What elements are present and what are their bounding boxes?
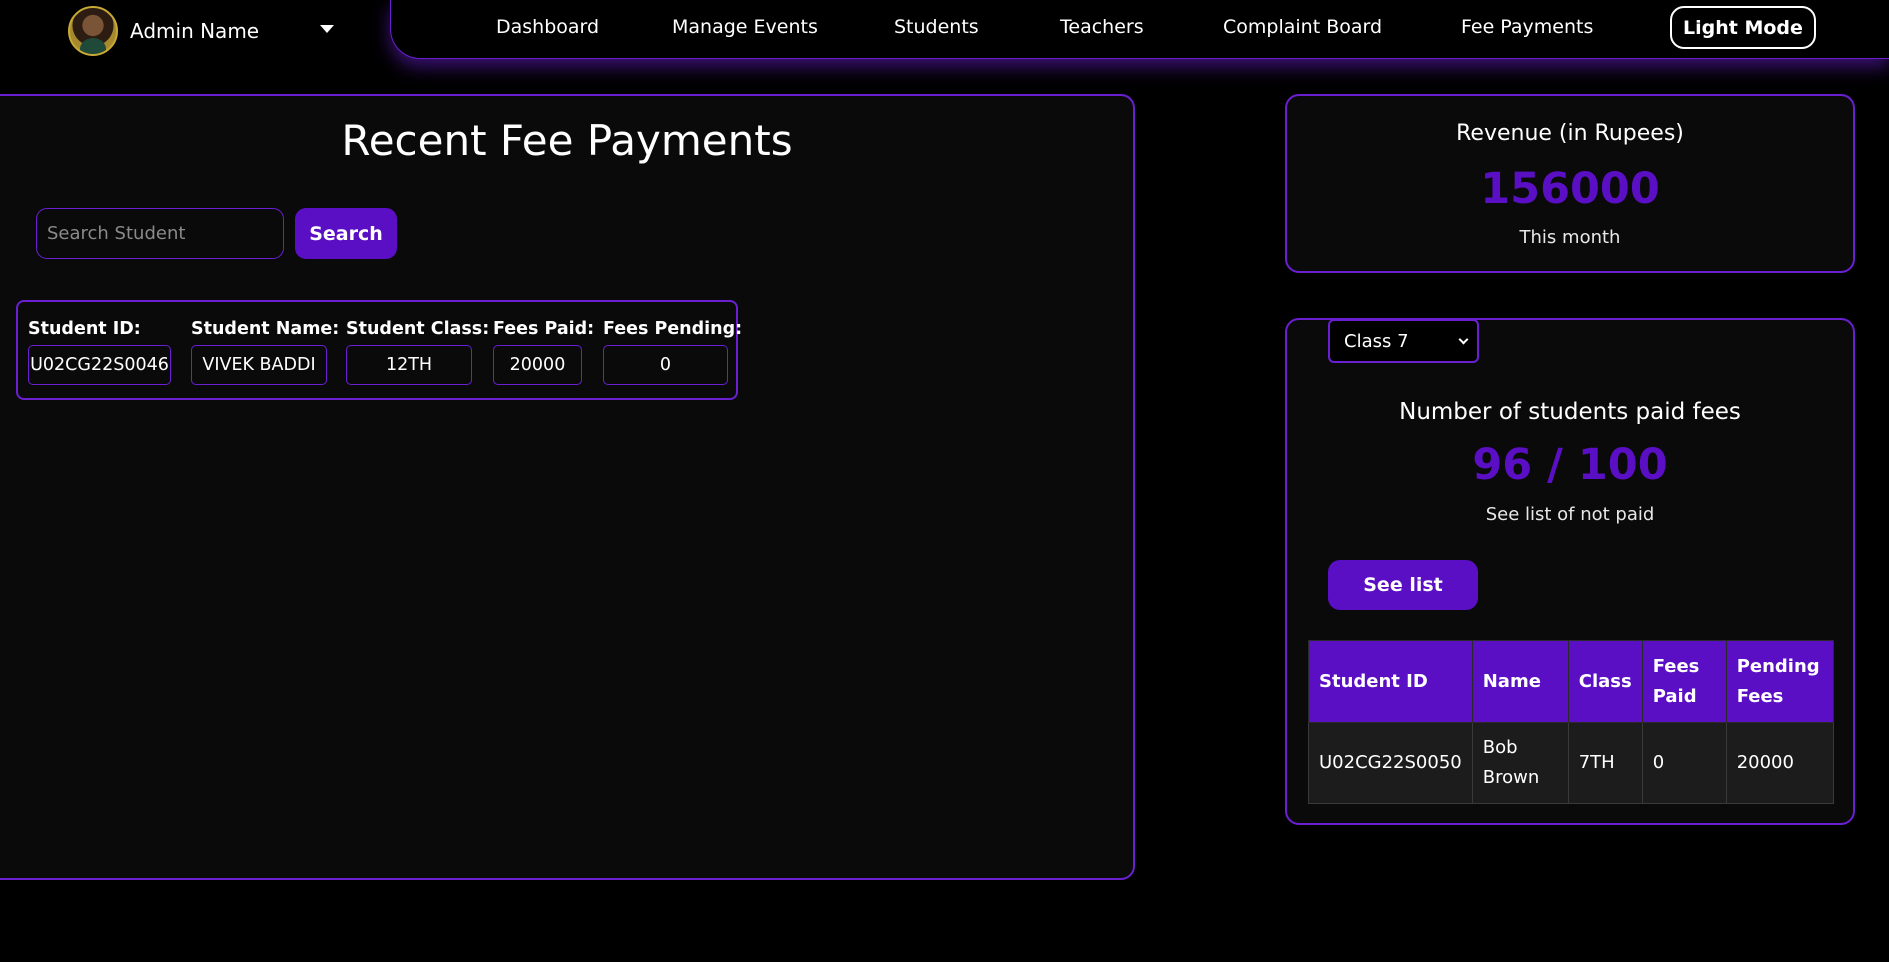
revenue-title: Revenue (in Rupees) [1456, 121, 1684, 146]
chevron-down-icon [1458, 334, 1469, 345]
nav-teachers[interactable]: Teachers [1060, 16, 1144, 38]
fees-paid-value: 20000 [493, 345, 582, 385]
light-mode-button[interactable]: Light Mode [1670, 6, 1816, 49]
nav-dashboard[interactable]: Dashboard [496, 16, 599, 38]
paid-count-value: 96 / 100 [1472, 440, 1668, 490]
payment-card: Student ID: Student Name: Student Class:… [16, 300, 742, 400]
search-input[interactable] [36, 208, 284, 259]
table-cell: 20000 [1725, 722, 1835, 804]
table-header-row: Student ID Name Class Fees Paid Pending … [1308, 640, 1835, 723]
nav-manage-events[interactable]: Manage Events [672, 16, 818, 38]
revenue-value: 156000 [1480, 164, 1660, 214]
paid-count-title: Number of students paid fees [1399, 399, 1741, 425]
class-select[interactable]: Class 7 [1328, 319, 1479, 363]
table-cell: 7TH [1567, 722, 1643, 804]
student-name-value: VIVEK BADDI [191, 345, 327, 385]
column-header: Fees Paid [1641, 640, 1727, 723]
revenue-panel: Revenue (in Rupees) 156000 This month [1285, 94, 1855, 273]
table-row: U02CG22S0050 Bob Brown 7TH 0 20000 [1308, 722, 1835, 804]
student-class-value: 12TH [346, 345, 472, 385]
column-header: Pending Fees [1725, 640, 1835, 723]
column-header: Name [1471, 640, 1569, 723]
class-fees-panel: Class 7 Number of students paid fees 96 … [1285, 318, 1855, 825]
student-class-label: Student Class: [346, 319, 490, 339]
fees-pending-label: Fees Pending: [603, 319, 743, 339]
page-title: Recent Fee Payments [341, 116, 793, 165]
column-header: Class [1567, 640, 1643, 723]
student-id-label: Student ID: [28, 319, 141, 339]
admin-name: Admin Name [130, 19, 260, 43]
not-paid-table: Student ID Name Class Fees Paid Pending … [1308, 640, 1835, 804]
class-select-value: Class 7 [1344, 330, 1409, 352]
table-cell: Bob Brown [1471, 722, 1569, 804]
navbar: Dashboard Manage Events Students Teacher… [390, 0, 1889, 59]
profile-menu[interactable]: Admin Name [68, 5, 259, 57]
table-cell: U02CG22S0050 [1308, 722, 1473, 804]
nav-fee-payments[interactable]: Fee Payments [1461, 16, 1593, 38]
fees-paid-label: Fees Paid: [493, 319, 595, 339]
nav-students[interactable]: Students [894, 16, 979, 38]
see-list-button[interactable]: See list [1328, 560, 1478, 610]
chevron-down-icon[interactable] [320, 25, 334, 33]
nav-complaint-board[interactable]: Complaint Board [1223, 16, 1382, 38]
column-header: Student ID [1308, 640, 1473, 723]
avatar [68, 6, 118, 56]
student-name-label: Student Name: [191, 319, 340, 339]
revenue-period: This month [1519, 227, 1621, 248]
not-paid-caption: See list of not paid [1485, 504, 1655, 525]
search-button[interactable]: Search [295, 208, 397, 259]
fees-pending-value: 0 [603, 345, 728, 385]
recent-payments-panel: Recent Fee Payments Search Student ID: S… [0, 94, 1135, 880]
table-cell: 0 [1641, 722, 1727, 804]
student-id-value: U02CG22S0046 [28, 345, 171, 385]
